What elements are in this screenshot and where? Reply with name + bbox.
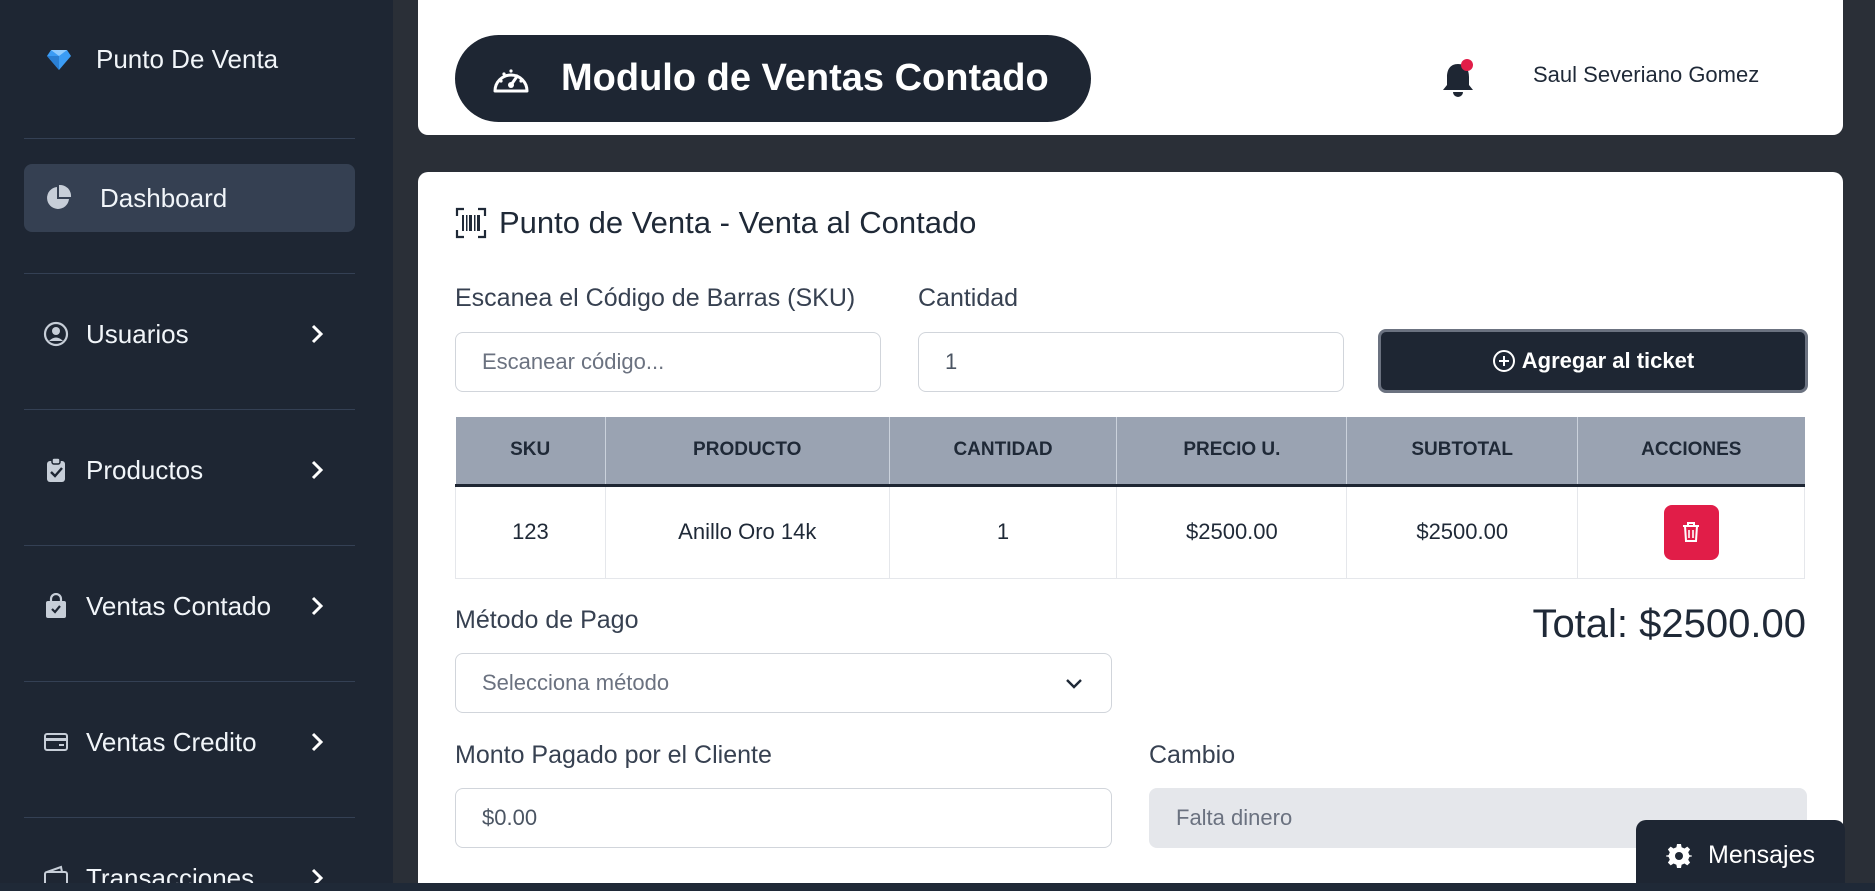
bell-icon[interactable] [1438,58,1478,100]
table-row: 123 Anillo Oro 14k 1 $2500.00 $2500.00 [455,484,1805,579]
quantity-input[interactable]: 1 [918,332,1344,392]
payment-method-select[interactable]: Selecciona método [455,653,1112,713]
page-title: Modulo de Ventas Contado [455,35,1091,122]
cell-acciones [1577,484,1805,579]
ticket-table: SKU PRODUCTO CANTIDAD PRECIO U. SUBTOTAL… [455,417,1805,579]
change-label: Cambio [1149,741,1236,769]
section-title-text: Punto de Venta - Venta al Contado [499,205,977,240]
chevron-right-icon [311,596,324,616]
sidebar-item-dashboard[interactable]: Dashboard [24,164,355,232]
messages-label: Mensajes [1708,841,1815,869]
quantity-label: Cantidad [918,284,1019,312]
col-precio: PRECIO U. [1116,417,1348,487]
sidebar-item-ventas-contado[interactable]: Ventas Contado [24,576,355,636]
section-title: Punto de Venta - Venta al Contado [455,205,976,241]
pos-panel: Punto de Venta - Venta al Contado Escane… [418,172,1843,891]
table-header-row: SKU PRODUCTO CANTIDAD PRECIO U. SUBTOTAL… [455,417,1805,487]
sidebar-item-productos[interactable]: Productos [24,440,355,500]
col-subtotal: SUBTOTAL [1346,417,1579,487]
divider [24,817,355,818]
divider [24,545,355,546]
total-amount: Total: $2500.00 [1532,602,1806,646]
barcode-icon [455,207,487,239]
add-to-ticket-button[interactable]: Agregar al ticket [1378,329,1808,393]
page-edge [1843,0,1875,891]
divider [24,273,355,274]
user-circle-icon [42,320,70,348]
chevron-right-icon [311,732,324,752]
messages-button[interactable]: Mensajes [1636,820,1845,891]
brand[interactable]: Punto De Venta [46,44,278,75]
sku-input[interactable]: Escanear código... [455,332,881,392]
speedometer-icon [493,68,529,92]
divider [24,409,355,410]
credit-card-icon [42,728,70,756]
gem-icon [47,49,71,70]
amount-paid-input[interactable]: $0.00 [455,788,1112,848]
divider [24,138,355,139]
col-sku: SKU [455,417,606,487]
add-to-ticket-label: Agregar al ticket [1521,348,1695,373]
cell-precio: $2500.00 [1116,484,1348,579]
sidebar: Punto De Venta Dashboard Usuarios Produc… [0,0,393,891]
gear-icon [1666,843,1692,868]
cell-subtotal: $2500.00 [1346,484,1579,579]
delete-button[interactable] [1663,504,1719,560]
cell-sku: 123 [455,484,606,579]
col-cantidad: CANTIDAD [889,417,1118,487]
sidebar-item-label: Ventas Credito [86,726,257,757]
sidebar-item-label: Dashboard [100,182,228,213]
page-title-text: Modulo de Ventas Contado [561,57,1049,99]
shopping-bag-icon [42,592,70,620]
payment-method-label: Método de Pago [455,606,639,634]
sku-label: Escanea el Código de Barras (SKU) [455,284,856,312]
chevron-right-icon [311,324,324,344]
col-producto: PRODUCTO [605,417,890,487]
sidebar-item-label: Productos [86,454,204,485]
cell-cantidad: 1 [888,484,1118,579]
sidebar-item-ventas-credito[interactable]: Ventas Credito [24,712,355,772]
col-acciones: ACCIONES [1577,417,1805,487]
sidebar-item-label: Usuarios [86,318,189,349]
pie-chart-icon [47,184,72,209]
sidebar-item-label: Ventas Contado [86,590,272,621]
cell-producto: Anillo Oro 14k [604,484,890,579]
amount-paid-label: Monto Pagado por el Cliente [455,741,772,769]
plus-circle-icon [1492,350,1515,372]
chevron-right-icon [311,460,324,480]
payment-method-value: Selecciona método [482,670,670,695]
sidebar-item-usuarios[interactable]: Usuarios [24,304,355,364]
user-name[interactable]: Saul Severiano Gomez [1533,62,1759,88]
chevron-down-icon [1066,679,1082,689]
brand-label: Punto De Venta [96,44,279,74]
divider [24,681,355,682]
taskbar-edge [0,883,1875,891]
clipboard-check-icon [42,456,70,484]
trash-icon [1683,522,1700,542]
header-bar: Modulo de Ventas Contado Saul Severiano … [418,0,1843,135]
